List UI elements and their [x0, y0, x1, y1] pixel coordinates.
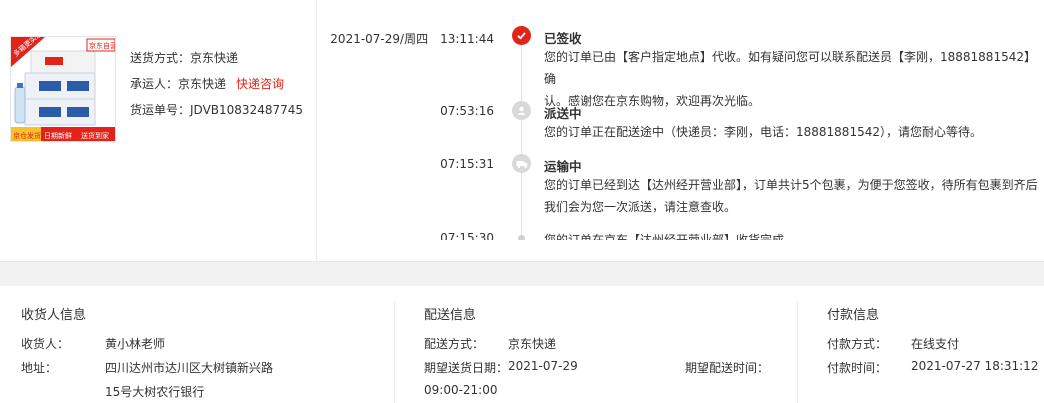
- badge-text: 京东自营: [89, 41, 116, 50]
- payment-time: 2021-07-27 18:31:12: [911, 359, 1039, 373]
- timeline-time: 07:15:30: [440, 231, 494, 240]
- carrier-value: 京东快递: [178, 77, 227, 91]
- tracking-timeline[interactable]: 2021-07-29/周四 13:11:44 已签收 您的订单已由【客户指定地点】…: [320, 0, 1044, 240]
- receiver-name: 黄小林老师: [105, 337, 166, 351]
- address-line-2: 15号大树农行银行: [105, 385, 205, 399]
- truck-icon: [512, 154, 531, 173]
- expected-time-label: 期望配送时间：: [685, 361, 770, 375]
- footer-mid-text: 日期新鲜: [44, 131, 72, 140]
- delivery-method-label: 配送方式：: [424, 337, 485, 351]
- receiver-name-label: 收货人：: [21, 337, 70, 351]
- shipping-method-value: 京东快递: [190, 51, 239, 65]
- payment-method-label: 付款方式：: [827, 337, 888, 351]
- timeline-desc-line: 您的订单在京东【达州经开营业部】收货完成: [544, 233, 785, 240]
- timeline-desc-line: 您的订单已由【客户指定地点】代收。如有疑问您可以联系配送员【李刚，1888188…: [544, 50, 1036, 86]
- shipping-info: 送货方式：京东快递 承运人：京东快递 快递咨询 货运单号：JDVB10832487…: [130, 48, 303, 126]
- payment-method: 在线支付: [911, 337, 960, 351]
- timeline-desc-line: 您的订单正在配送途中（快递员：李刚，电话：18881881542），请您耐心等待…: [544, 125, 982, 139]
- tracking-number[interactable]: JDVB10832487745: [190, 103, 303, 117]
- payment-section: 付款信息 付款方式： 在线支付 付款时间： 2021-07-27 18:31:1…: [798, 286, 1044, 403]
- delivery-slot: 09:00-21:00: [424, 383, 498, 397]
- delivery-title: 配送信息: [424, 308, 477, 323]
- timeline-status: 已签收: [544, 31, 582, 46]
- timeline-desc-line: 您的订单已经到达【达州经开营业部】，订单共计5个包裹，为便于您签收，待所有包裹到…: [544, 178, 1038, 192]
- delivery-method: 京东快递: [508, 337, 557, 351]
- timeline-desc-line: 我们会为您一次派送，请注意查收。: [544, 200, 737, 214]
- delivery-section: 配送信息 配送方式： 京东快递 期望送货日期： 2021-07-29 期望配送时…: [395, 286, 797, 403]
- courier-icon: [512, 101, 531, 120]
- timeline-time: 07:15:31: [440, 157, 494, 171]
- check-icon: [512, 26, 531, 45]
- tracking-label: 货运单号：: [130, 103, 191, 117]
- carrier-label: 承运人：: [130, 77, 179, 91]
- timeline-clock: 07:15:30: [440, 231, 494, 240]
- footer-right-text: 送货到家: [81, 131, 109, 140]
- expected-date: 2021-07-29: [508, 359, 578, 373]
- timeline-clock: 13:11:44: [440, 32, 494, 46]
- timeline-desc: 您的订单已经到达【达州经开营业部】，订单共计5个包裹，为便于您签收，待所有包裹到…: [544, 174, 1044, 218]
- dot-icon: [518, 235, 525, 240]
- timeline-desc: 您的订单正在配送途中（快递员：李刚，电话：18881881542），请您耐心等待…: [544, 121, 1044, 143]
- payment-time-label: 付款时间：: [827, 361, 888, 375]
- timeline-line: [521, 36, 522, 240]
- tracking-row: 货运单号：JDVB10832487745: [130, 100, 303, 124]
- timeline-desc: 您的订单已由【客户指定地点】代收。如有疑问您可以联系配送员【李刚，1888188…: [544, 46, 1044, 112]
- timeline-status: 运输中: [544, 159, 582, 174]
- shipping-method-row: 送货方式：京东快递: [130, 48, 303, 72]
- footer-left-text: 京仓发货: [13, 131, 41, 140]
- receiver-section: 收货人信息 收货人： 黄小林老师 地址： 四川达州市达川区大树镇新兴路 15号大…: [0, 286, 394, 403]
- product-image[interactable]: 多箱更实惠 京东自营 京仓发货 日期新鲜 送货到家: [10, 36, 116, 142]
- shipment-panel: 多箱更实惠 京东自营 京仓发货 日期新鲜 送货到家 送货方式：京东快递 承运人：…: [0, 0, 1044, 262]
- timeline-time: 2021-07-29/周四 13:11:44: [330, 30, 494, 47]
- courier-consult-link[interactable]: 快递咨询: [236, 77, 284, 91]
- expected-date-label: 期望送货日期：: [424, 361, 509, 375]
- timeline-status: 派送中: [544, 106, 582, 121]
- panel-divider: [316, 0, 317, 262]
- receiver-title: 收货人信息: [21, 308, 87, 323]
- timeline-clock: 07:53:16: [440, 104, 494, 118]
- timeline-date: 2021-07-29/周四: [330, 32, 429, 46]
- payment-title: 付款信息: [827, 308, 880, 323]
- carrier-row: 承运人：京东快递 快递咨询: [130, 74, 303, 98]
- timeline-desc-line: 认。感谢您在京东购物，欢迎再次光临。: [544, 94, 761, 108]
- order-info-panel: 收货人信息 收货人： 黄小林老师 地址： 四川达州市达川区大树镇新兴路 15号大…: [0, 286, 1044, 403]
- shipping-method-label: 送货方式：: [130, 51, 191, 65]
- address-label: 地址：: [21, 361, 58, 375]
- timeline-desc: 您的订单在京东【达州经开营业部】收货完成: [544, 229, 1044, 240]
- timeline-clock: 07:15:31: [440, 157, 494, 171]
- address-line-1: 四川达州市达川区大树镇新兴路: [105, 361, 274, 375]
- timeline-time: 07:53:16: [440, 104, 494, 118]
